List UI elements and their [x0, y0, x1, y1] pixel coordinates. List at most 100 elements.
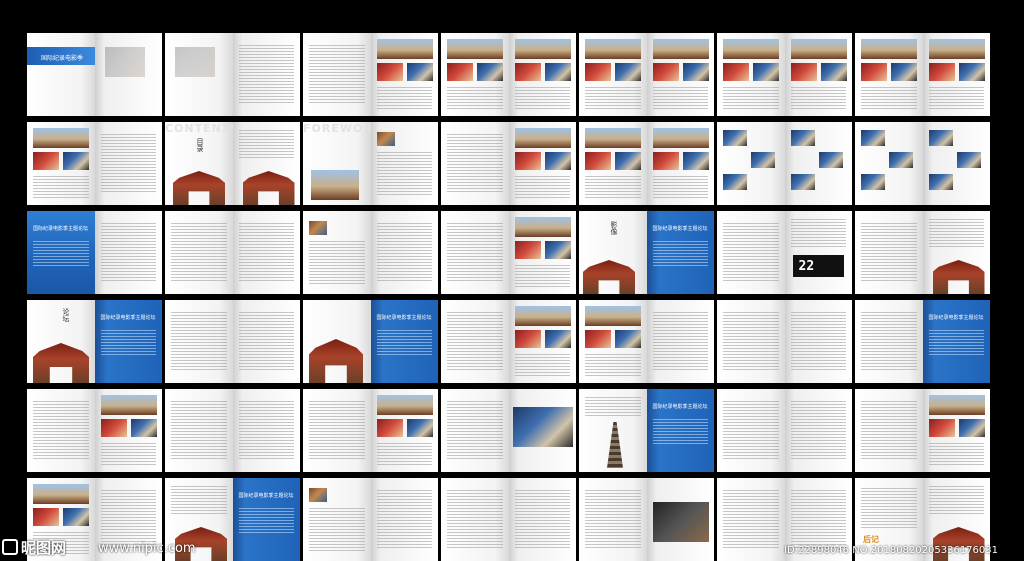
brochure-page-left — [579, 478, 647, 561]
brochure-page-right — [508, 300, 576, 383]
photo — [585, 39, 641, 59]
text-block — [100, 443, 156, 465]
text-block — [309, 401, 365, 461]
text-block — [861, 488, 917, 528]
brochure-spread-grid: 国际纪录电影季CONTENTS目录FOREWORD国际纪录电影季主题论坛影像国际… — [27, 33, 991, 561]
photo — [652, 39, 709, 59]
photo — [514, 306, 571, 326]
photo — [615, 63, 641, 81]
brochure-page-left — [165, 33, 233, 116]
photo — [33, 484, 89, 504]
text-block — [790, 401, 846, 461]
photo — [723, 39, 779, 59]
text-block — [309, 508, 365, 552]
photo — [956, 152, 981, 168]
poster-number: 22 — [798, 259, 815, 274]
photo — [376, 419, 403, 437]
photo — [958, 419, 985, 437]
festival-title: 国际纪录电影季主题论坛 — [652, 404, 708, 410]
photo — [514, 241, 541, 259]
text-block — [585, 87, 641, 109]
brochure-page-right — [370, 211, 438, 294]
photo — [790, 63, 817, 81]
photo — [477, 63, 503, 81]
gate-arch-illustration — [173, 171, 225, 205]
photo — [309, 488, 327, 502]
vertical-heading: 影像 — [610, 221, 618, 235]
text-block — [447, 401, 503, 461]
brochure-spread: FOREWORD — [303, 122, 438, 205]
brochure-spread — [303, 33, 438, 116]
photo — [928, 395, 985, 415]
text-block — [376, 490, 432, 550]
brochure-spread — [717, 389, 852, 472]
text-block — [376, 330, 432, 356]
text-block — [790, 219, 846, 249]
brochure-page-right: 国际纪录电影季主题论坛 — [922, 300, 990, 383]
brochure-page-left: 影像 — [579, 211, 647, 294]
brochure-page-left — [717, 33, 785, 116]
photo — [928, 130, 953, 146]
text-block — [100, 223, 156, 283]
brochure-page-left — [303, 211, 371, 294]
photo — [376, 395, 433, 415]
text-block — [585, 490, 641, 550]
text-block — [514, 87, 570, 109]
brochure-page-right — [508, 478, 576, 561]
photo — [585, 128, 641, 148]
text-block — [238, 508, 294, 534]
image-id-label: ID:22898046 NO:20180820205336176031 — [784, 545, 998, 556]
brochure-page-left — [579, 122, 647, 205]
brochure-page-right — [922, 389, 990, 472]
photo — [889, 152, 913, 168]
photo — [376, 132, 395, 146]
brochure-page-left — [27, 389, 95, 472]
brochure-page-left — [717, 211, 785, 294]
brochure-page-right — [370, 33, 438, 116]
brochure-page-right — [646, 300, 714, 383]
brochure-page-left — [303, 478, 371, 561]
brochure-page-right — [784, 33, 852, 116]
text-block — [171, 223, 227, 283]
text-block — [171, 401, 227, 461]
photo — [514, 152, 541, 170]
photo — [615, 330, 641, 348]
gate-arch-illustration — [33, 343, 89, 383]
brochure-page-right — [370, 478, 438, 561]
brochure-page-left — [303, 33, 371, 116]
text-block — [652, 176, 708, 198]
photo — [447, 63, 473, 81]
text-block — [723, 223, 779, 283]
brochure-page-right — [508, 211, 576, 294]
brochure-page-left: 国际纪录电影季主题论坛 — [27, 211, 95, 294]
site-name: 昵图网 — [21, 539, 67, 557]
contents-heading: 目录 — [196, 138, 204, 152]
text-block — [861, 223, 917, 283]
photo — [682, 63, 709, 81]
photo — [376, 39, 433, 59]
gate-arch-illustration — [583, 260, 635, 294]
brochure-page-left — [855, 300, 923, 383]
brochure-spread — [441, 211, 576, 294]
brochure-page-left — [303, 389, 371, 472]
photo — [130, 419, 157, 437]
text-block — [447, 312, 503, 372]
brochure-page-left — [855, 33, 923, 116]
photo — [100, 395, 157, 415]
brochure-spread: 国际纪录电影季主题论坛 — [303, 300, 438, 383]
brochure-page-left — [855, 122, 923, 205]
ghost-word-contents: CONTENTS — [165, 122, 233, 135]
brochure-spread — [441, 389, 576, 472]
brochure-page-right: 国际纪录电影季主题论坛 — [370, 300, 438, 383]
brochure-page-right — [784, 300, 852, 383]
festival-title: 国际纪录电影季主题论坛 — [33, 226, 89, 232]
brochure-spread — [441, 300, 576, 383]
text-block — [790, 312, 846, 372]
photo — [861, 130, 885, 146]
text-block — [928, 486, 984, 514]
brochure-spread — [165, 211, 300, 294]
photo — [818, 152, 843, 168]
text-block — [514, 354, 570, 376]
photo — [544, 330, 571, 348]
text-block — [447, 223, 503, 283]
